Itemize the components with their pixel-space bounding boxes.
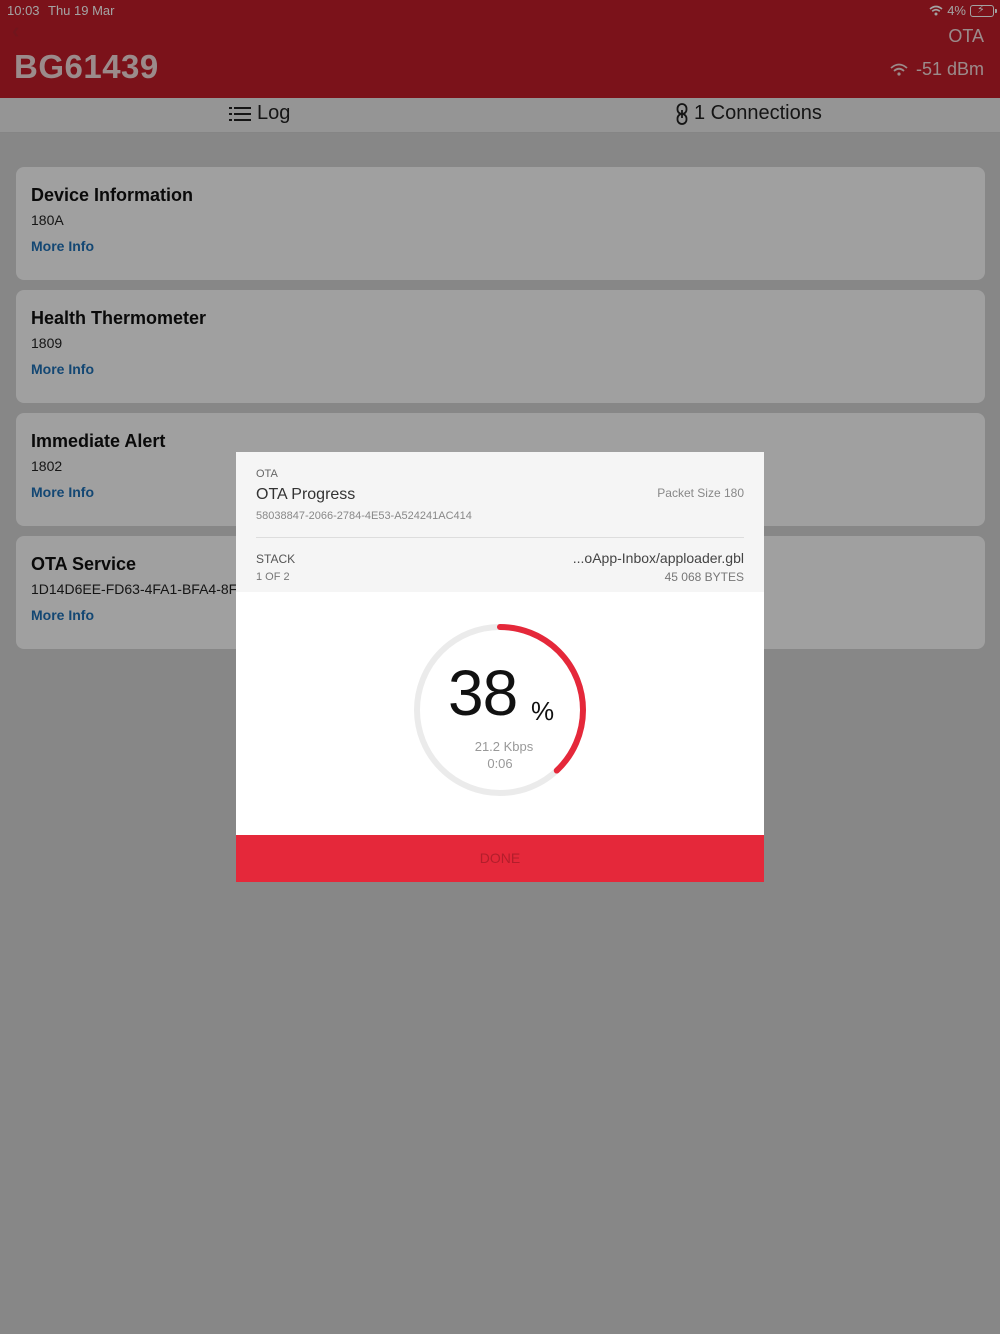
file-index: 1 OF 2 [256,571,290,583]
done-button[interactable]: DONE [236,835,764,882]
ota-progress-dialog: OTA OTA Progress Packet Size 180 5803884… [236,452,764,882]
dialog-overline: OTA [256,468,278,480]
stack-label: STACK [256,552,296,566]
device-uuid: 58038847-2066-2784-4E53-A524241AC414 [256,510,472,522]
percent-sign: % [531,696,555,726]
file-size: 45 068 BYTES [664,570,744,584]
divider [256,537,744,538]
progress-percent: 38 [448,657,518,729]
elapsed-time: 0:06 [487,756,513,771]
dialog-header: OTA OTA Progress Packet Size 180 5803884… [236,452,764,592]
file-name: ...oApp-Inbox/apploader.gbl [572,550,744,566]
dialog-title: OTA Progress [256,486,356,503]
transfer-speed: 21.2 Kbps [474,739,534,754]
progress-ring: 38 % 21.2 Kbps 0:06 [410,620,590,800]
packet-size: Packet Size 180 [657,486,744,500]
